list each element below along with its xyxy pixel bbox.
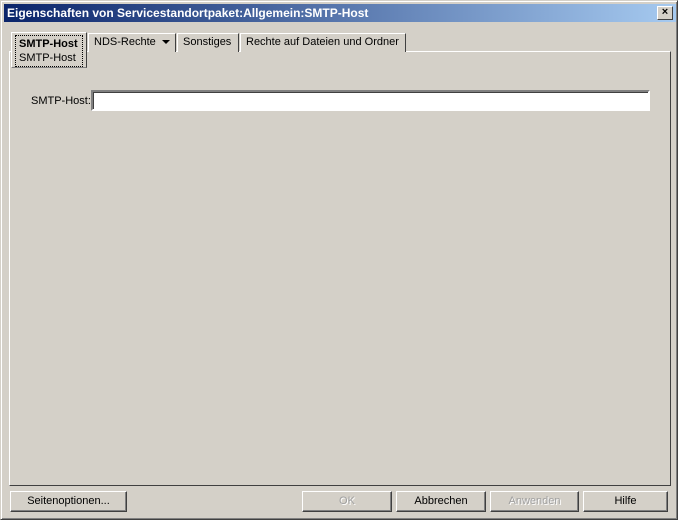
smtp-host-label: SMTP-Host:: [31, 95, 91, 107]
tab-smtp-host[interactable]: SMTP-Host SMTP-Host: [11, 32, 87, 68]
close-icon: ×: [661, 6, 669, 18]
tab-label: Rechte auf Dateien und Ordner: [246, 36, 399, 48]
title-bar: Eigenschaften von Servicestandortpaket:A…: [4, 4, 676, 22]
tab-rechte-dateien[interactable]: Rechte auf Dateien und Ordner: [240, 33, 406, 52]
tab-panel: [9, 51, 671, 486]
ok-button[interactable]: OK: [302, 491, 392, 512]
tab-label: SMTP-Host: [19, 38, 78, 50]
tab-label: NDS-Rechte: [94, 36, 156, 48]
dropdown-arrow-icon: [161, 40, 170, 45]
tab-label: Sonstiges: [183, 36, 232, 48]
cancel-button[interactable]: Abbrechen: [396, 491, 486, 512]
smtp-host-input[interactable]: [91, 90, 650, 111]
apply-button[interactable]: Anwenden: [490, 491, 579, 512]
tab-nds-rechte[interactable]: NDS-Rechte: [88, 33, 176, 52]
close-button[interactable]: ×: [657, 6, 673, 20]
page-options-button[interactable]: Seitenoptionen...: [10, 491, 127, 512]
tab-sublabel: SMTP-Host: [19, 52, 76, 64]
dialog-window: Eigenschaften von Servicestandortpaket:A…: [0, 0, 678, 520]
help-button[interactable]: Hilfe: [583, 491, 668, 512]
tab-sonstiges[interactable]: Sonstiges: [177, 33, 239, 52]
window-title: Eigenschaften von Servicestandortpaket:A…: [7, 6, 369, 20]
